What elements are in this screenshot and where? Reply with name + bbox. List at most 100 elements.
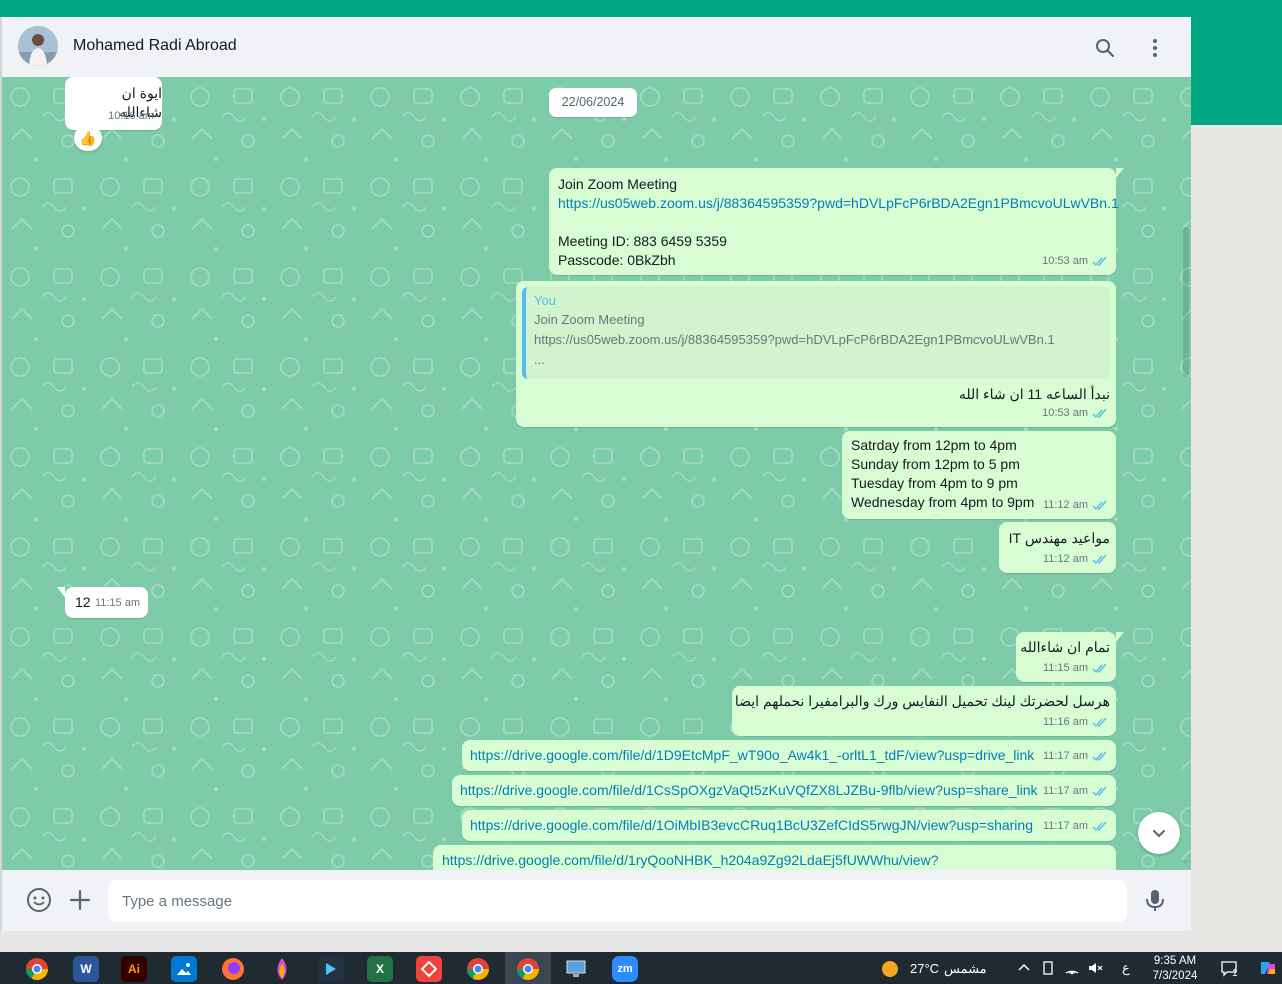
message-time: 10:16 am: [108, 110, 154, 122]
quote-author: You: [534, 293, 556, 308]
app-icon[interactable]: [318, 956, 344, 982]
message-line: Passcode: 0BkZbh: [558, 252, 676, 268]
input-language[interactable]: ع: [1122, 960, 1130, 976]
drive-link[interactable]: https://drive.google.com/file/d/1CsSpOXg…: [460, 781, 1038, 800]
chrome-profile-app-icon[interactable]: [465, 956, 491, 982]
scrollbar-down-arrow[interactable]: [1183, 860, 1189, 864]
message-outgoing[interactable]: تمام ان شاءالله 11:15 am: [1016, 632, 1124, 682]
message-outgoing[interactable]: Satrday from 12pm to 4pm Sunday from 12p…: [842, 431, 1116, 519]
read-ticks-icon: [1092, 786, 1107, 797]
wifi-icon[interactable]: [1064, 960, 1080, 976]
message-outgoing[interactable]: https://drive.google.com/file/d/1D9EtcMp…: [462, 740, 1116, 771]
illustrator-app-icon[interactable]: Ai: [121, 956, 147, 982]
message-text: هرسل لحضرتك لينك تحميل النفايس ورك والبر…: [734, 693, 1110, 709]
message-text: نبدأ الساعه 11 ان شاء الله: [958, 386, 1110, 402]
chat-scrollbar[interactable]: [1183, 227, 1189, 377]
message-line: [558, 213, 1119, 232]
weather-description[interactable]: مشمس: [944, 961, 987, 977]
zoom-app-icon[interactable]: zm: [612, 956, 638, 982]
remote-desktop-app-icon[interactable]: [563, 956, 589, 982]
weather-sun-icon[interactable]: [881, 960, 898, 977]
quote-line: https://us05web.zoom.us/j/88364595359?pw…: [534, 332, 1055, 347]
message-outgoing-reply[interactable]: You Join Zoom Meeting https://us05web.zo…: [516, 281, 1116, 427]
device-icon[interactable]: [1040, 960, 1056, 976]
volume-muted-icon[interactable]: [1087, 960, 1103, 976]
bubble-tail: [1116, 632, 1124, 642]
window-top-band: [0, 0, 1282, 17]
message-outgoing[interactable]: هرسل لحضرتك لينك تحميل النفايس ورك والبر…: [732, 686, 1116, 736]
chrome-active-app-icon[interactable]: [515, 956, 541, 982]
message-outgoing[interactable]: https://drive.google.com/file/d/1CsSpOXg…: [452, 775, 1116, 806]
notification-count: 1: [1232, 968, 1238, 979]
message-time: 11:17 am: [1042, 750, 1088, 762]
menu-dots-icon[interactable]: [1143, 36, 1167, 60]
message-line: Satrday from 12pm to 4pm: [851, 437, 1017, 453]
date-divider: 22/06/2024: [549, 88, 637, 117]
background-green-panel: [1191, 17, 1282, 125]
background-gray-panel: [1191, 125, 1282, 931]
zoom-link[interactable]: https://us05web.zoom.us/j/88364595359?pw…: [558, 194, 1119, 213]
message-time: 11:12 am: [1042, 499, 1088, 511]
message-line: Meeting ID: 883 6459 5359: [558, 233, 727, 249]
clock-time: 9:35 AM: [1153, 955, 1197, 967]
message-reaction[interactable]: 👍: [74, 125, 102, 151]
message-input[interactable]: [108, 880, 1127, 922]
contact-name[interactable]: Mohamed Radi Abroad: [73, 37, 237, 55]
drive-link[interactable]: https://drive.google.com/file/d/1ryQooNH…: [442, 851, 938, 870]
scroll-to-bottom-button[interactable]: [1138, 812, 1180, 854]
avatar[interactable]: [18, 26, 58, 66]
bubble-tail: [57, 587, 65, 597]
firefox-app-icon[interactable]: [220, 956, 246, 982]
read-ticks-icon: [1092, 717, 1107, 728]
message-line: Tuesday from 4pm to 9 pm: [851, 475, 1018, 491]
message-time: 11:16 am: [1042, 716, 1088, 728]
chrome-app-icon[interactable]: [24, 956, 50, 982]
read-ticks-icon: [1092, 256, 1107, 267]
search-icon[interactable]: [1093, 36, 1117, 60]
plus-icon[interactable]: [67, 887, 93, 913]
weather-temperature[interactable]: 27°C: [910, 961, 939, 976]
anydesk-app-icon[interactable]: [416, 956, 442, 982]
quoted-message[interactable]: You Join Zoom Meeting https://us05web.zo…: [522, 287, 1110, 379]
quote-line: Join Zoom Meeting: [534, 312, 645, 327]
drive-link[interactable]: https://drive.google.com/file/d/1OiMbIB3…: [470, 816, 1033, 835]
message-outgoing[interactable]: https://drive.google.com/file/d/1ryQooNH…: [433, 845, 1116, 870]
microphone-icon[interactable]: [1142, 887, 1168, 913]
message-time: 10:53 am: [1042, 255, 1088, 267]
drive-link[interactable]: https://drive.google.com/file/d/1D9EtcMp…: [470, 746, 1034, 765]
quote-line: ...: [534, 352, 545, 367]
message-time: 11:17 am: [1042, 820, 1088, 832]
chat-area[interactable]: 22/06/2024 ايوة ان شاءالله 10:16 am 👍 Jo…: [2, 77, 1191, 870]
clock-date: 7/3/2024: [1152, 970, 1198, 982]
message-text: تمام ان شاءالله: [1020, 639, 1110, 655]
message-time: 11:15 am: [94, 597, 140, 609]
read-ticks-icon: [1092, 663, 1107, 674]
message-outgoing[interactable]: https://drive.google.com/file/d/1OiMbIB3…: [462, 810, 1116, 841]
message-outgoing[interactable]: Join Zoom Meeting https://us05web.zoom.u…: [549, 168, 1124, 275]
message-incoming[interactable]: 12 11:15 am: [57, 587, 148, 618]
message-line: Join Zoom Meeting: [558, 176, 678, 192]
copilot-icon[interactable]: [1258, 958, 1278, 978]
system-clock[interactable]: 9:35 AM 7/3/2024: [1150, 954, 1200, 984]
read-ticks-icon: [1092, 821, 1107, 832]
read-ticks-icon: [1092, 751, 1107, 762]
message-outgoing[interactable]: مواعيد مهندس IT 11:12 am: [999, 522, 1116, 573]
read-ticks-icon: [1092, 408, 1107, 419]
message-time: 11:15 am: [1042, 662, 1088, 674]
message-text: 12: [75, 594, 91, 610]
read-ticks-icon: [1092, 554, 1107, 565]
message-time: 11:17 am: [1042, 785, 1088, 797]
message-incoming[interactable]: ايوة ان شاءالله 10:16 am: [65, 77, 162, 130]
photos-app-icon[interactable]: [171, 956, 197, 982]
chevron-up-icon[interactable]: [1016, 960, 1032, 976]
chat-header: Mohamed Radi Abroad: [2, 17, 1191, 78]
message-time: 11:12 am: [1042, 553, 1088, 565]
emoji-icon[interactable]: [26, 887, 52, 913]
excel-app-icon[interactable]: X: [367, 956, 393, 982]
message-composer: [2, 870, 1191, 931]
message-time: 10:53 am: [1042, 407, 1088, 419]
windows-taskbar: W Ai X zm 27°C مشمس ع 9:35 AM 7/3/2024 1: [0, 952, 1282, 984]
word-app-icon[interactable]: W: [73, 956, 99, 982]
chevron-down-icon: [1153, 830, 1165, 838]
paint-app-icon[interactable]: [269, 956, 295, 982]
